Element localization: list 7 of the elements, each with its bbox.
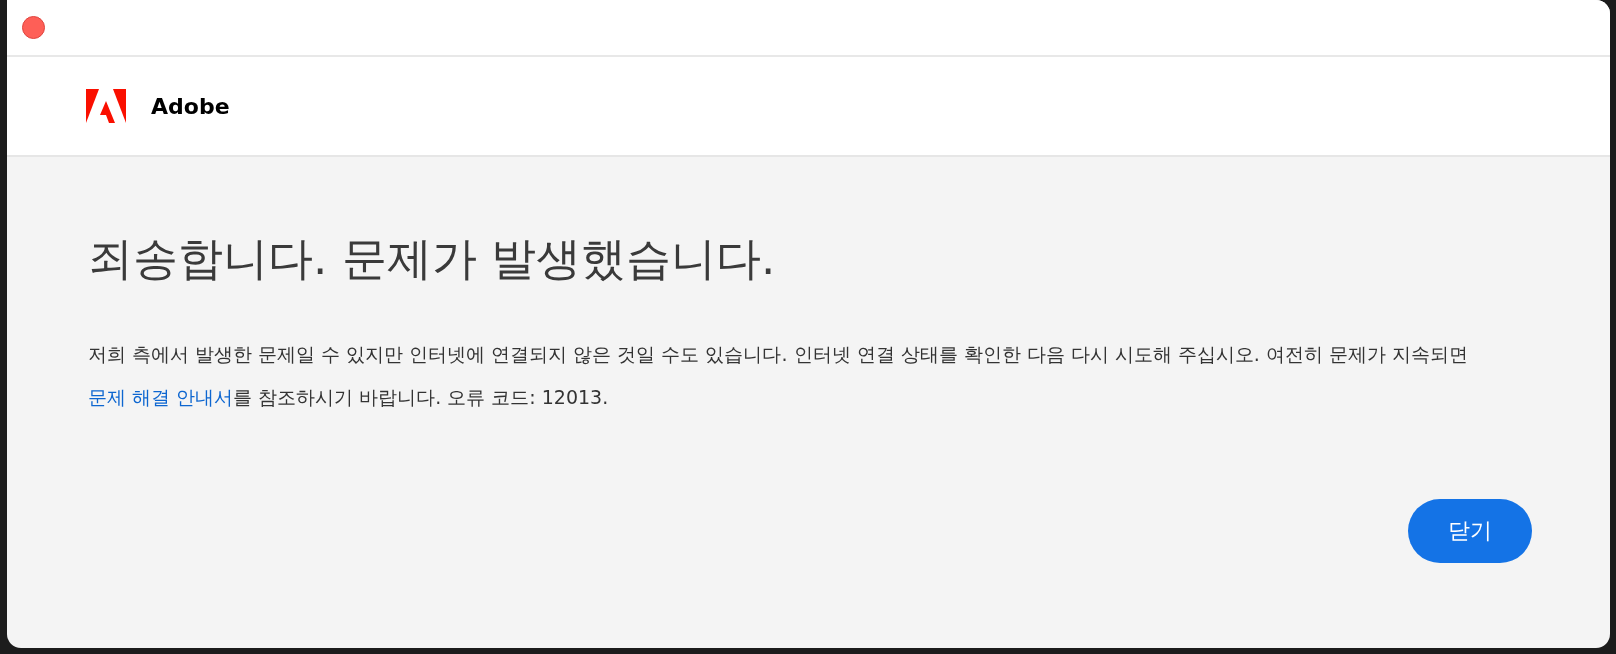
dialog-title: 죄송합니다. 문제가 발생했습니다. [88, 231, 777, 287]
troubleshooting-link[interactable]: 문제 해결 안내서 [88, 386, 234, 408]
close-icon[interactable] [22, 16, 45, 39]
brand-name: Adobe [151, 93, 230, 119]
error-message: 저희 측에서 발생한 문제일 수 있지만 인터넷에 연결되지 않은 것일 수도 있습니다. 인터넷 연결 상태를 확인한 다음 다시 시도해 주십시오. 여전히 문제가 지속되면 문제 해결 안내서 를 참조하시기 바랍니다. 오류 코드: 12013. [88, 342, 1469, 410]
logo-icon [86, 89, 126, 123]
close-button[interactable]: 닫기 [1408, 499, 1532, 563]
